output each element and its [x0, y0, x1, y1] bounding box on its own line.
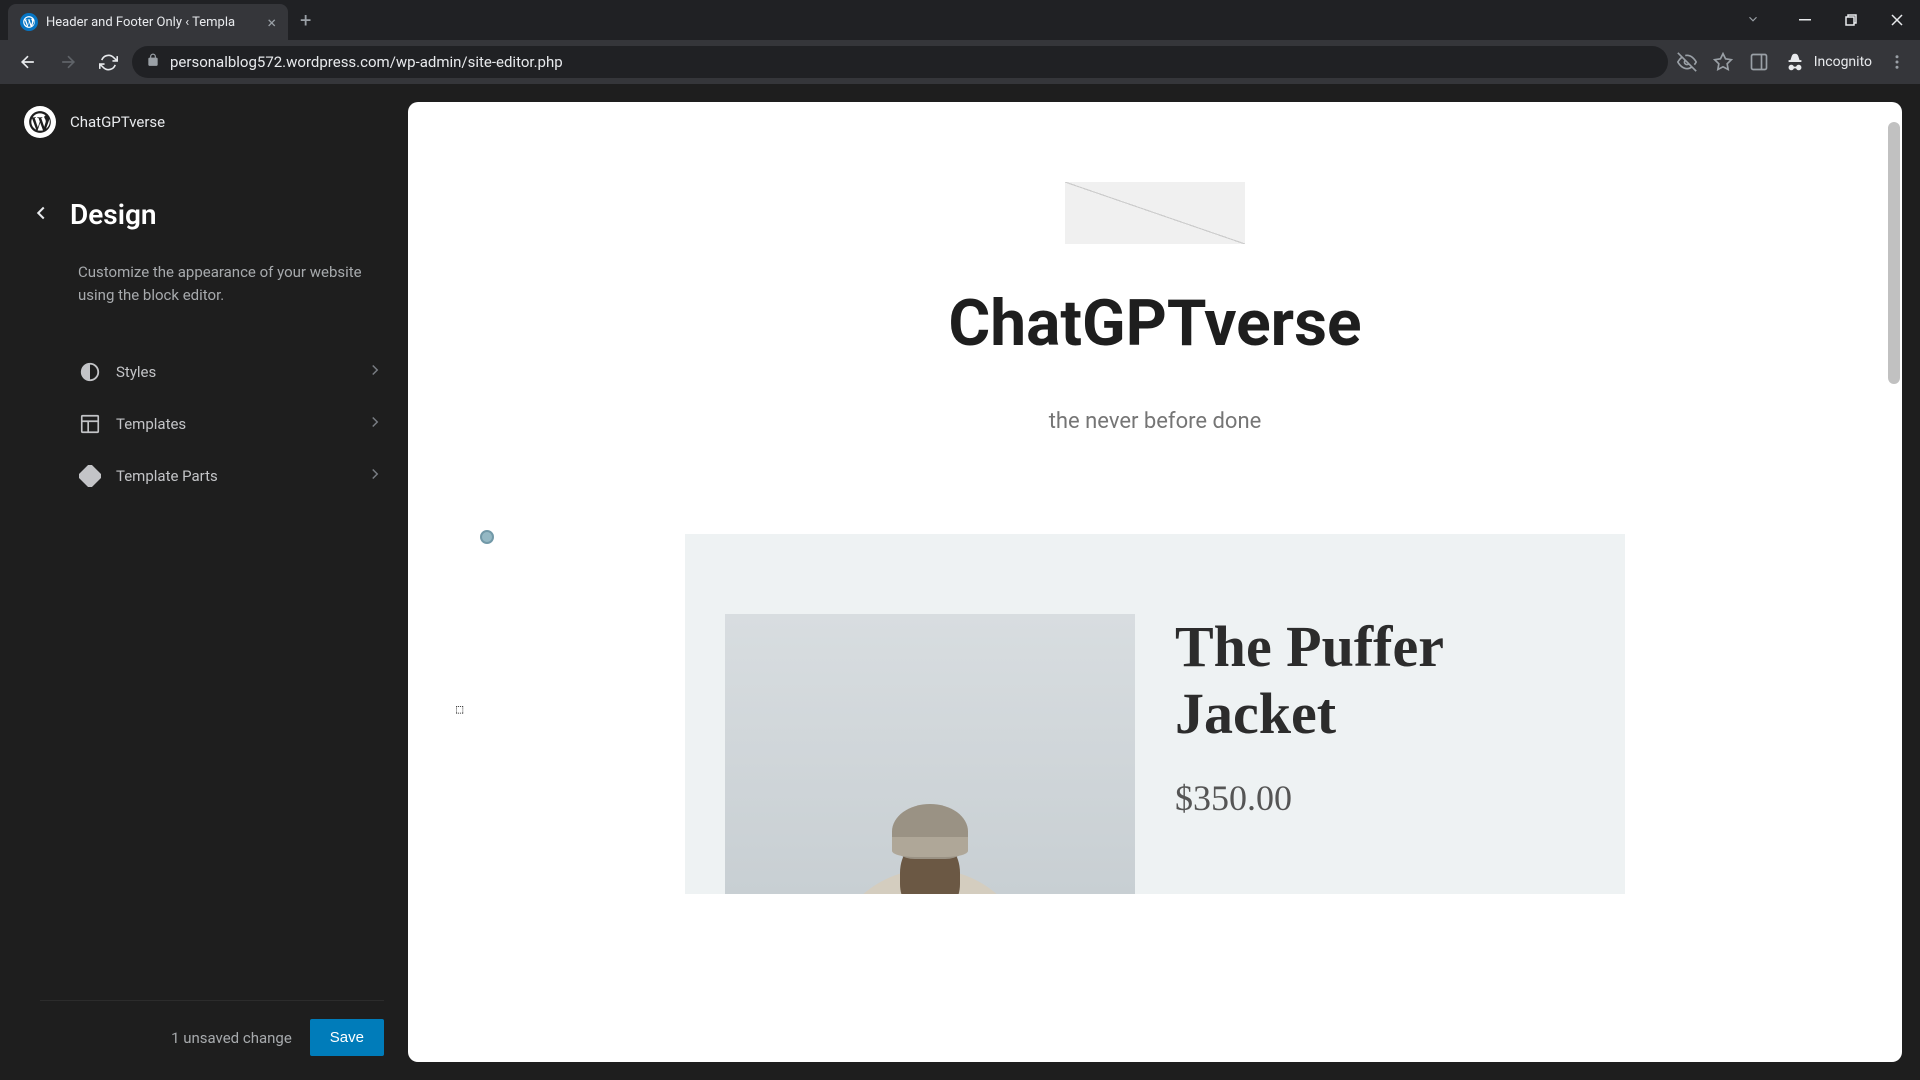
sidebar-menu: Styles Templates Template Parts [78, 346, 384, 502]
menu-item-label: Templates [116, 415, 352, 433]
chevron-right-icon [366, 413, 384, 435]
window-controls [1782, 0, 1920, 40]
design-heading-row: Design [30, 198, 384, 231]
lock-icon [146, 53, 160, 71]
editor-canvas[interactable]: ChatGPTverse the never before done The P… [408, 102, 1902, 1062]
panel-icon[interactable] [1748, 51, 1770, 73]
site-editor-app: ChatGPTverse Design Customize the appear… [0, 84, 1920, 1080]
sidebar-description: Customize the appearance of your website… [78, 261, 384, 306]
maximize-icon[interactable] [1828, 0, 1874, 40]
tab-title: Header and Footer Only ‹ Templa [46, 15, 259, 30]
new-tab-button[interactable]: + [300, 8, 311, 32]
wordpress-favicon-icon [20, 13, 38, 31]
product-info: The Puffer Jacket $350.00 [1175, 614, 1585, 819]
sidebar-title: Design [70, 198, 157, 231]
incognito-badge[interactable]: Incognito [1784, 51, 1872, 73]
menu-icon[interactable] [1886, 51, 1908, 73]
reload-button[interactable] [92, 46, 124, 78]
forward-button[interactable] [52, 46, 84, 78]
address-bar-right: Incognito [1676, 51, 1908, 73]
scroll-thumb[interactable] [1888, 122, 1900, 384]
sidebar-item-template-parts[interactable]: Template Parts [78, 450, 384, 502]
canvas-wrapper: ChatGPTverse the never before done The P… [408, 84, 1920, 1080]
styles-icon [78, 360, 102, 384]
close-tab-icon[interactable]: × [267, 13, 276, 32]
back-button[interactable] [12, 46, 44, 78]
logo-placeholder[interactable] [1065, 182, 1245, 244]
menu-item-label: Styles [116, 363, 352, 381]
sidebar: ChatGPTverse Design Customize the appear… [0, 84, 408, 1080]
indicator-dot-icon [480, 530, 494, 544]
incognito-label: Incognito [1814, 54, 1872, 70]
canvas-content: ChatGPTverse the never before done The P… [408, 102, 1902, 1062]
product-title[interactable]: The Puffer Jacket [1175, 614, 1585, 747]
browser-tab[interactable]: Header and Footer Only ‹ Templa × [8, 4, 288, 40]
minimize-icon[interactable] [1782, 0, 1828, 40]
product-image[interactable] [725, 614, 1135, 894]
product-section[interactable]: The Puffer Jacket $350.00 [685, 534, 1625, 894]
close-window-icon[interactable] [1874, 0, 1920, 40]
canvas-tagline[interactable]: the never before done [1049, 409, 1262, 434]
browser-tabs-bar: Header and Footer Only ‹ Templa × + [0, 0, 1920, 40]
unsaved-changes-text: 1 unsaved change [171, 1029, 292, 1047]
template-parts-icon [78, 464, 102, 488]
save-button[interactable]: Save [310, 1019, 384, 1056]
sidebar-footer: 1 unsaved change Save [40, 1000, 384, 1056]
star-icon[interactable] [1712, 51, 1734, 73]
wordpress-logo-icon[interactable] [24, 106, 56, 138]
sidebar-header: ChatGPTverse [24, 106, 384, 138]
url-text: personalblog572.wordpress.com/wp-admin/s… [170, 53, 563, 71]
back-icon[interactable] [30, 202, 52, 228]
site-name[interactable]: ChatGPTverse [70, 113, 165, 131]
menu-item-label: Template Parts [116, 467, 352, 485]
tabs-dropdown-icon[interactable] [1746, 11, 1760, 30]
cursor-icon: ⬚ [456, 702, 463, 716]
address-bar: personalblog572.wordpress.com/wp-admin/s… [0, 40, 1920, 84]
sidebar-item-templates[interactable]: Templates [78, 398, 384, 450]
chevron-right-icon [366, 465, 384, 487]
url-input[interactable]: personalblog572.wordpress.com/wp-admin/s… [132, 46, 1668, 78]
sidebar-item-styles[interactable]: Styles [78, 346, 384, 398]
eye-off-icon[interactable] [1676, 51, 1698, 73]
templates-icon [78, 412, 102, 436]
scrollbar[interactable] [1888, 114, 1900, 1050]
canvas-site-title[interactable]: ChatGPTverse [948, 286, 1361, 361]
chevron-right-icon [366, 361, 384, 383]
product-price[interactable]: $350.00 [1175, 777, 1585, 819]
